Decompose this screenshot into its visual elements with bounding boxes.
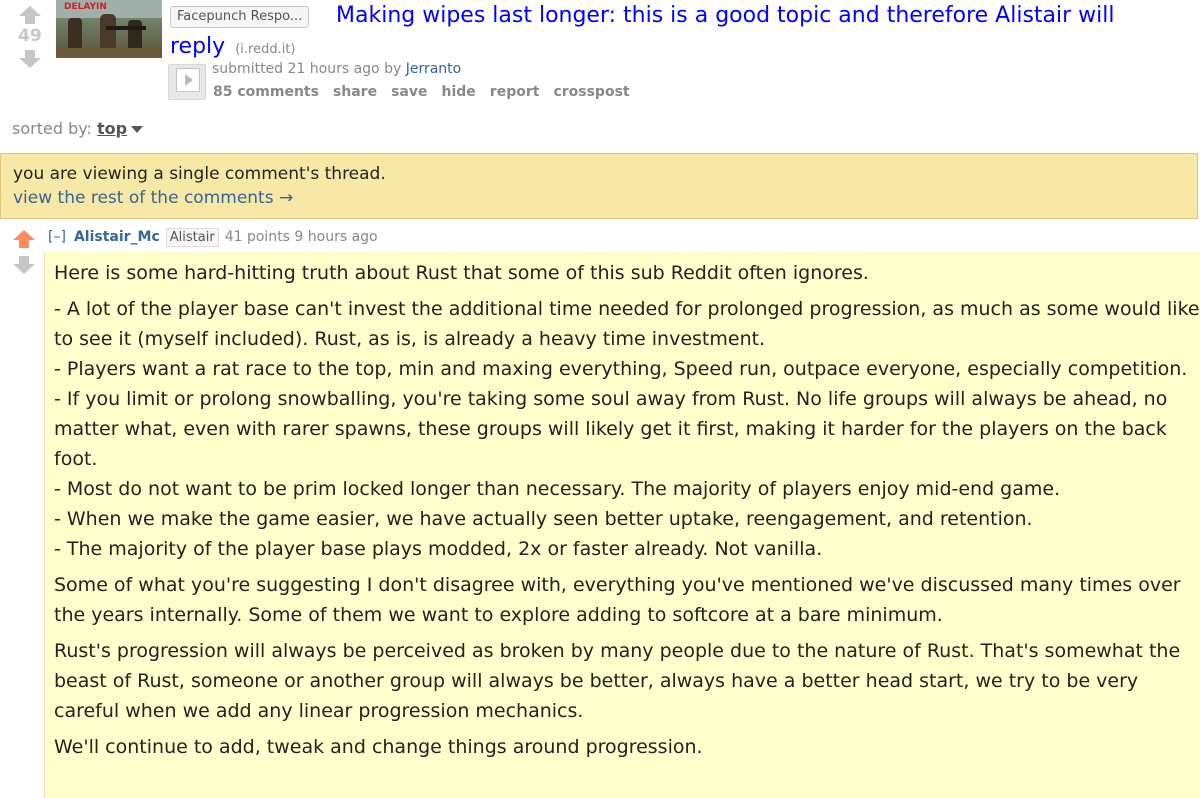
list-item: - Players want a rat race to the top, mi… [54,358,1188,380]
report-button[interactable]: report [490,84,540,100]
share-button[interactable]: share [333,84,377,100]
sort-label: sorted by: [12,119,92,138]
comment-author-link[interactable]: Alistair_Mc [74,229,160,245]
comment-body: Here is some hard-hitting truth about Ru… [44,252,1200,798]
thumbnail-figure [68,18,82,48]
comment-upvote-arrow-stem[interactable] [19,240,29,248]
upvote-arrow-icon[interactable] [19,6,41,16]
list-item: - The majority of the player base plays … [54,538,823,560]
comment-paragraph: Some of what you're suggesting I don't d… [54,574,1181,626]
list-item: - A lot of the player base can't invest … [54,298,1200,350]
thumbnail-figure [100,14,116,50]
comment-paragraph: We'll continue to add, tweak and change … [54,736,703,758]
thumbnail-text: DELAYIN [64,2,107,12]
single-thread-notice: you are viewing a single comment's threa… [0,153,1198,219]
post-title-link[interactable]: Making wipes last longer: this is a good… [170,3,1115,59]
comment-upvote-arrow-icon[interactable] [13,230,35,240]
post-thumbnail[interactable]: DELAYIN [56,0,162,58]
post-flair[interactable]: Facepunch Respo... [170,6,310,28]
post-author-link[interactable]: Jerranto [406,61,462,77]
collapse-toggle[interactable]: [–] [48,229,66,245]
page-root: 49 DELAYIN Making wipes last longer: thi… [0,0,1200,798]
upvote-arrow-stem[interactable] [25,16,35,24]
comment-author-flair: Alistair [165,228,219,247]
post-domain[interactable]: (i.redd.it) [235,42,295,57]
thumbnail-figure [128,20,142,48]
post: 49 DELAYIN Making wipes last longer: thi… [0,0,1200,110]
post-title-block: Making wipes last longer: this is a good… [170,0,1180,65]
downvote-arrow-icon[interactable] [19,58,41,68]
comment-tagline: [–] Alistair_Mc Alistair 41 points 9 hours … [48,228,378,247]
comment-intro: Here is some hard-hitting truth about Ru… [54,262,869,284]
notice-text: you are viewing a single comment's threa… [13,164,386,184]
comment-meta: 41 points 9 hours ago [224,229,378,245]
thumbnail-weapon [106,26,146,30]
play-icon[interactable] [176,68,200,92]
view-rest-link[interactable]: view the rest of the comments → [13,188,293,208]
list-item: - Most do not want to be prim locked lon… [54,478,1061,500]
list-item: - When we make the game easier, we have … [54,508,1033,530]
post-score: 49 [18,26,42,46]
comment-paragraph: Rust's progression will always be percei… [54,640,1181,722]
submitted-text: submitted 21 hours ago by [212,61,402,77]
sort-dropdown[interactable]: top [97,119,127,138]
chevron-down-icon[interactable] [131,126,144,133]
comments-button[interactable]: 85 comments [213,84,319,100]
post-buttons: 85 comments share save hide report crosspost [213,84,644,100]
list-item: - If you limit or prolong snowballing, y… [54,388,1168,470]
thumbnail-ground [56,48,162,58]
comment-downvote-arrow-stem[interactable] [19,256,29,264]
crosspost-button[interactable]: crosspost [553,84,629,100]
save-button[interactable]: save [391,84,427,100]
downvote-arrow-stem[interactable] [25,50,35,58]
sort-bar: sorted by: top [12,119,144,138]
hide-button[interactable]: hide [442,84,476,100]
comment-downvote-arrow-icon[interactable] [13,264,35,274]
comment-bullet-list: - A lot of the player base can't invest … [54,294,1200,564]
post-tagline: submitted 21 hours ago by Jerranto [212,61,461,77]
